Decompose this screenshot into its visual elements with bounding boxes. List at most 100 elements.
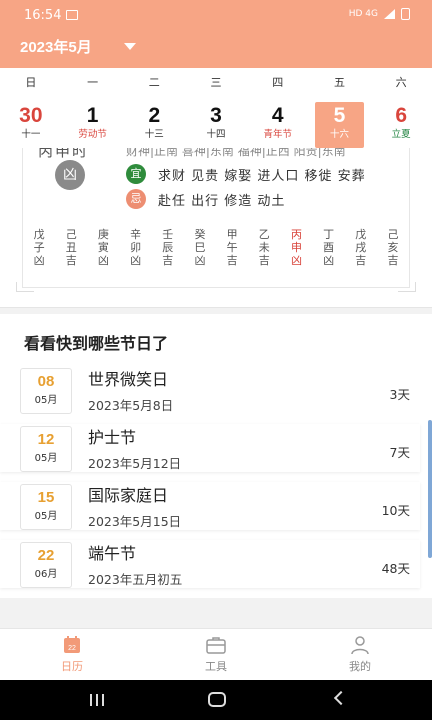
festival-list-item[interactable]: 12 05月 护士节 2023年5月12日 7天 — [0, 424, 420, 472]
date-cell[interactable]: 2 十三 — [123, 98, 185, 148]
luck-badge: 凶 — [55, 160, 85, 190]
status-time: 16:54 — [24, 8, 62, 23]
date-number: 30 — [19, 104, 43, 127]
weekday-label: 五 — [333, 76, 345, 89]
scrollbar-thumb[interactable] — [428, 420, 432, 558]
week-date-row: 30 十一 1 劳动节 2 十三 3 十四 4 青年节 5 十六 6 立夏 — [0, 98, 432, 148]
date-cell[interactable]: 4 青年节 — [247, 98, 309, 148]
hour-luck-cell-current: 丙申凶 — [290, 228, 302, 267]
festival-date-box: 22 06月 — [20, 542, 72, 588]
festival-label: 青年节 — [263, 129, 292, 140]
weekday-label: 日 — [25, 76, 37, 89]
date-cell[interactable]: 6 立夏 — [370, 98, 432, 148]
festival-date-box: 15 05月 — [20, 484, 72, 530]
month-selector[interactable]: 2023年5月 — [20, 36, 92, 57]
nav-profile[interactable]: 我的 — [288, 629, 432, 680]
weekday-label: 三 — [210, 76, 222, 89]
system-nav-bar — [0, 680, 432, 720]
festival-date: 2023年5月12日 — [88, 456, 182, 471]
hour-luck-cell: 己亥吉 — [387, 228, 399, 267]
hour-luck-cell: 戊子凶 — [33, 228, 45, 267]
festival-name: 世界微笑日 — [88, 370, 169, 389]
battery-icon — [401, 8, 410, 20]
bottom-nav: 22 日历 工具 我的 — [0, 628, 432, 680]
festival-date-box: 08 05月 — [20, 368, 72, 414]
date-cell-selected[interactable]: 5 十六 — [309, 98, 371, 148]
avoid-activities: 赴任 出行 修造 动土 — [158, 194, 286, 209]
date-number: 5 — [333, 104, 346, 127]
festival-list-item[interactable]: 22 06月 端午节 2023年五月初五 48天 — [0, 540, 420, 588]
suitable-badge: 宜 — [126, 164, 146, 184]
hour-luck-cell: 丁酉凶 — [323, 228, 335, 267]
festival-name: 护士节 — [88, 428, 137, 447]
nav-calendar[interactable]: 22 日历 — [0, 629, 144, 680]
chevron-down-icon[interactable] — [124, 43, 136, 50]
festival-date: 2023年5月15日 — [88, 514, 182, 529]
festival-countdown: 48天 — [381, 561, 410, 576]
toolbox-icon — [206, 637, 226, 654]
lunar-day: 十三 — [144, 129, 164, 140]
signal-icon — [384, 9, 395, 19]
solar-term-label: 立夏 — [391, 129, 411, 140]
festival-countdown: 10天 — [381, 503, 410, 518]
frame-corner-ornament — [398, 282, 416, 292]
weekday-label: 六 — [395, 76, 407, 89]
date-number: 2 — [148, 104, 161, 127]
festival-month: 05月 — [34, 395, 58, 406]
festival-day: 22 — [37, 547, 55, 564]
festival-date: 2023年五月初五 — [88, 572, 183, 587]
image-notification-icon — [66, 10, 78, 20]
date-number: 3 — [210, 104, 222, 127]
lunar-day: 十一 — [21, 129, 41, 140]
festival-name: 国际家庭日 — [88, 486, 169, 505]
festival-month: 06月 — [34, 569, 58, 580]
weekday-row: 日 一 二 三 四 五 六 — [0, 68, 432, 98]
lunar-day: 十四 — [206, 129, 226, 140]
deity-directions: 财神|正南 喜神|东南 福神|正西 阳贵|东南 — [126, 148, 346, 158]
status-bar: 16:54 HD 4G — [0, 0, 432, 30]
hour-luck-cell: 乙未吉 — [258, 228, 270, 267]
festival-day: 12 — [37, 431, 55, 448]
date-cell[interactable]: 1 劳动节 — [62, 98, 124, 148]
hour-luck-cell: 戊戌吉 — [355, 228, 367, 267]
festival-countdown: 3天 — [389, 387, 410, 402]
date-cell[interactable]: 30 十一 — [0, 98, 62, 148]
festival-date: 2023年5月8日 — [88, 398, 174, 413]
avoid-badge: 忌 — [126, 189, 146, 209]
festival-list-item[interactable]: 15 05月 国际家庭日 2023年5月15日 10天 — [0, 482, 420, 530]
nav-tools[interactable]: 工具 — [144, 629, 288, 680]
frame-corner-ornament — [16, 282, 34, 292]
festival-label: 劳动节 — [78, 129, 107, 140]
network-label: HD 4G — [348, 9, 378, 19]
user-icon — [351, 636, 369, 655]
nav-profile-label: 我的 — [349, 660, 371, 673]
festival-day: 08 — [37, 373, 55, 390]
section-heading: 看看快到哪些节日了 — [24, 334, 169, 353]
festival-list-item[interactable]: 08 05月 世界微笑日 2023年5月8日 3天 — [0, 366, 420, 414]
recent-apps-icon[interactable] — [90, 694, 104, 706]
nav-tools-label: 工具 — [205, 660, 227, 673]
nav-calendar-label: 日历 — [61, 660, 83, 673]
hour-luck-cell: 癸巳凶 — [194, 228, 206, 267]
current-hour-label: 丙申时 — [38, 148, 90, 160]
svg-text:22: 22 — [68, 645, 76, 652]
festival-month: 05月 — [34, 453, 58, 464]
festival-day: 15 — [37, 489, 55, 506]
festival-countdown: 7天 — [389, 445, 410, 460]
date-number: 6 — [395, 104, 408, 127]
suitable-activities: 求财 见贵 嫁娶 进人口 移徙 安葬 — [158, 169, 366, 184]
hour-luck-cell: 辛卯凶 — [130, 228, 142, 267]
date-number: 1 — [86, 104, 99, 127]
hour-luck-cell: 甲午吉 — [226, 228, 238, 267]
weekday-label: 一 — [87, 76, 99, 89]
lunar-day: 十六 — [329, 129, 349, 140]
weekday-label: 二 — [148, 76, 160, 89]
festival-month: 05月 — [34, 511, 58, 522]
date-number: 4 — [271, 104, 284, 127]
hour-luck-cell: 己丑吉 — [65, 228, 77, 267]
status-indicators: HD 4G — [349, 8, 410, 20]
calendar-icon: 22 — [64, 636, 80, 653]
date-cell[interactable]: 3 十四 — [185, 98, 247, 148]
home-icon[interactable] — [208, 692, 226, 707]
back-icon[interactable] — [333, 690, 349, 706]
